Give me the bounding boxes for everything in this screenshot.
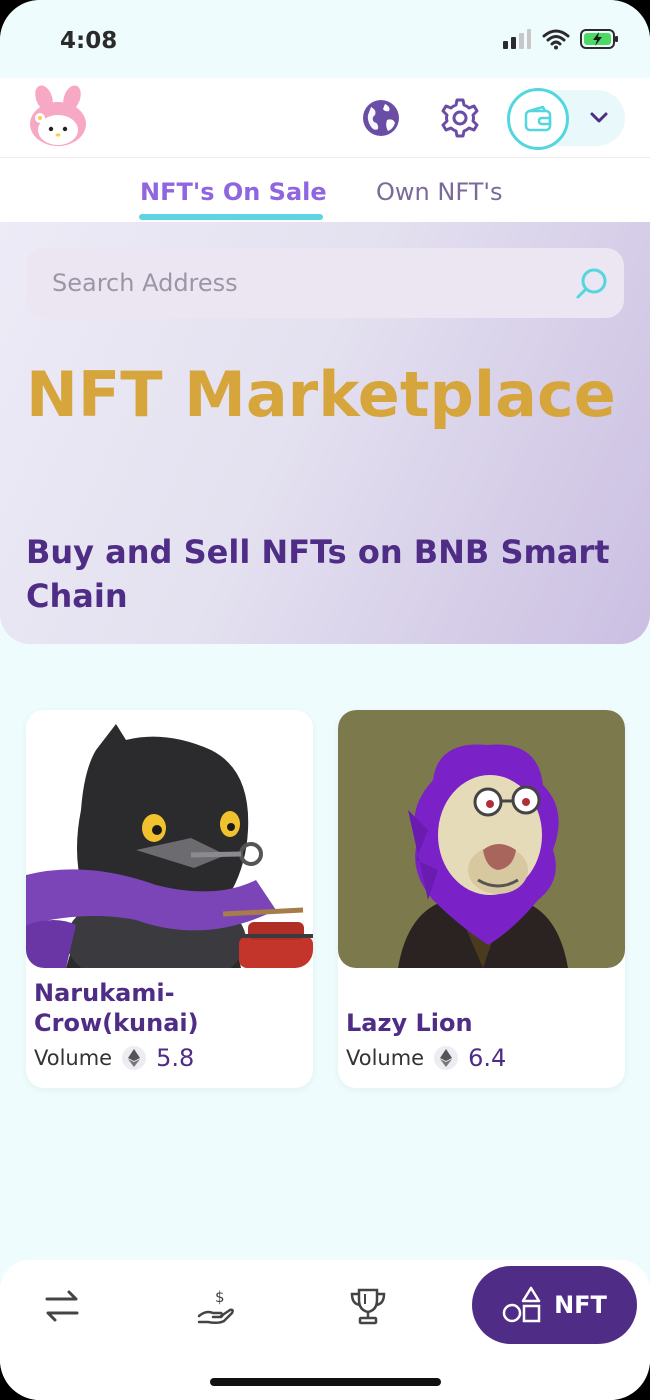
top-app-bar [0,78,650,158]
nft-name: Narukami-Crow(kunai) [34,979,199,1037]
status-bar: 4:08 [0,0,650,78]
search-input[interactable] [52,248,572,318]
page-subtitle: Buy and Sell NFTs on BNB Smart Chain [26,533,610,615]
wallet-icon [524,105,552,132]
ethereum-icon [122,1046,147,1070]
chevron-down-icon[interactable] [587,106,611,130]
status-icons [502,28,620,50]
status-time: 4:08 [60,28,118,54]
volume-value: 6.4 [468,1044,507,1072]
tab-own-nfts[interactable]: Own NFT's [376,178,502,206]
nft-image-lion [338,710,625,968]
earn-icon[interactable]: $ [196,1286,236,1326]
app-screen: 4:08 NFT's On Sale Own NFT's Search Addr… [0,0,650,1400]
battery-charging-icon [580,29,618,49]
tab-nfts-on-sale[interactable]: NFT's On Sale [140,178,327,206]
nft-volume: Volume 6.4 [346,1044,506,1072]
search-bar [26,248,624,318]
svg-text:$: $ [215,1288,225,1306]
trophy-icon[interactable] [348,1286,388,1326]
cellular-signal-icon [503,29,531,49]
volume-value: 5.8 [156,1044,195,1072]
gear-icon[interactable] [440,98,480,138]
active-tab-indicator [139,214,323,220]
page-title: NFT Marketplace [26,358,616,431]
volume-label: Volume [346,1046,425,1070]
nft-card[interactable]: Lazy Lion Volume 6.4 [338,710,625,1088]
bunny-logo-icon[interactable] [24,84,92,152]
wallet-selector[interactable] [507,88,625,150]
wifi-icon [542,29,570,50]
globe-icon[interactable] [361,98,401,138]
nft-volume: Volume 5.8 [34,1044,194,1072]
nav-nft-label: NFT [554,1291,607,1319]
home-indicator[interactable] [210,1378,441,1386]
nft-image-crow [26,710,313,968]
nav-nft-button[interactable]: NFT [472,1266,637,1344]
search-icon[interactable] [574,266,610,302]
hero-banner: NFT Marketplace Buy and Sell NFTs on BNB… [0,222,650,644]
swap-icon[interactable] [42,1286,82,1326]
shapes-icon [502,1286,541,1323]
nft-card[interactable]: Narukami-Crow(kunai) Volume 5.8 [26,710,313,1088]
ethereum-icon [434,1046,459,1070]
marketplace-tabs: NFT's On Sale Own NFT's [0,158,650,222]
volume-label: Volume [34,1046,113,1070]
wallet-button[interactable] [507,88,569,150]
nft-name: Lazy Lion [346,1009,473,1037]
